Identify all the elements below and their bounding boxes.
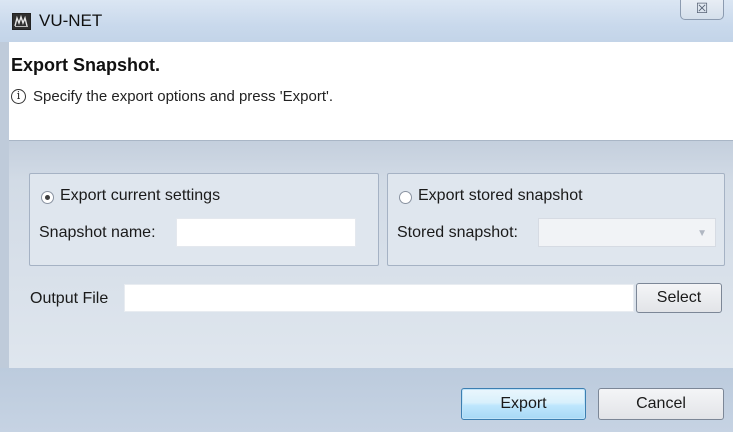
export-button[interactable]: Export — [461, 388, 586, 420]
page-title: Export Snapshot. — [11, 55, 161, 75]
dialog-content: Export current settings Snapshot name: E… — [9, 141, 733, 368]
stored-snapshot-select[interactable]: ▼ — [538, 218, 716, 247]
info-icon: i — [11, 89, 26, 104]
dialog-header: Export Snapshot. i Specify the export op… — [9, 42, 733, 140]
export-current-group: Export current settings Snapshot name: — [29, 173, 379, 266]
dialog-footer: Export Cancel — [0, 368, 733, 432]
snapshot-name-label: Snapshot name: — [39, 224, 156, 241]
stored-snapshot-label: Stored snapshot: — [397, 224, 518, 241]
export-stored-radio[interactable] — [399, 191, 412, 204]
window-title: VU-NET — [39, 11, 103, 30]
output-file-input[interactable] — [124, 284, 634, 312]
select-file-button[interactable]: Select — [636, 283, 722, 313]
close-icon: ☒ — [695, 0, 709, 16]
export-stored-group: Export stored snapshot Stored snapshot: … — [387, 173, 725, 266]
output-file-label: Output File — [30, 290, 109, 307]
export-current-label[interactable]: Export current settings — [60, 187, 220, 205]
export-stored-label[interactable]: Export stored snapshot — [418, 187, 583, 205]
cancel-button[interactable]: Cancel — [598, 388, 724, 420]
header-message: Specify the export options and press 'Ex… — [33, 88, 334, 105]
dialog-window: VU-NET ☒ Export Snapshot. i Specify the … — [0, 0, 733, 432]
snapshot-name-input[interactable] — [176, 218, 356, 247]
close-button[interactable]: ☒ — [680, 0, 724, 20]
title-bar: VU-NET ☒ — [0, 0, 733, 42]
app-icon — [12, 13, 31, 30]
dropdown-arrow-icon: ▼ — [697, 228, 707, 239]
export-current-radio[interactable] — [41, 191, 54, 204]
